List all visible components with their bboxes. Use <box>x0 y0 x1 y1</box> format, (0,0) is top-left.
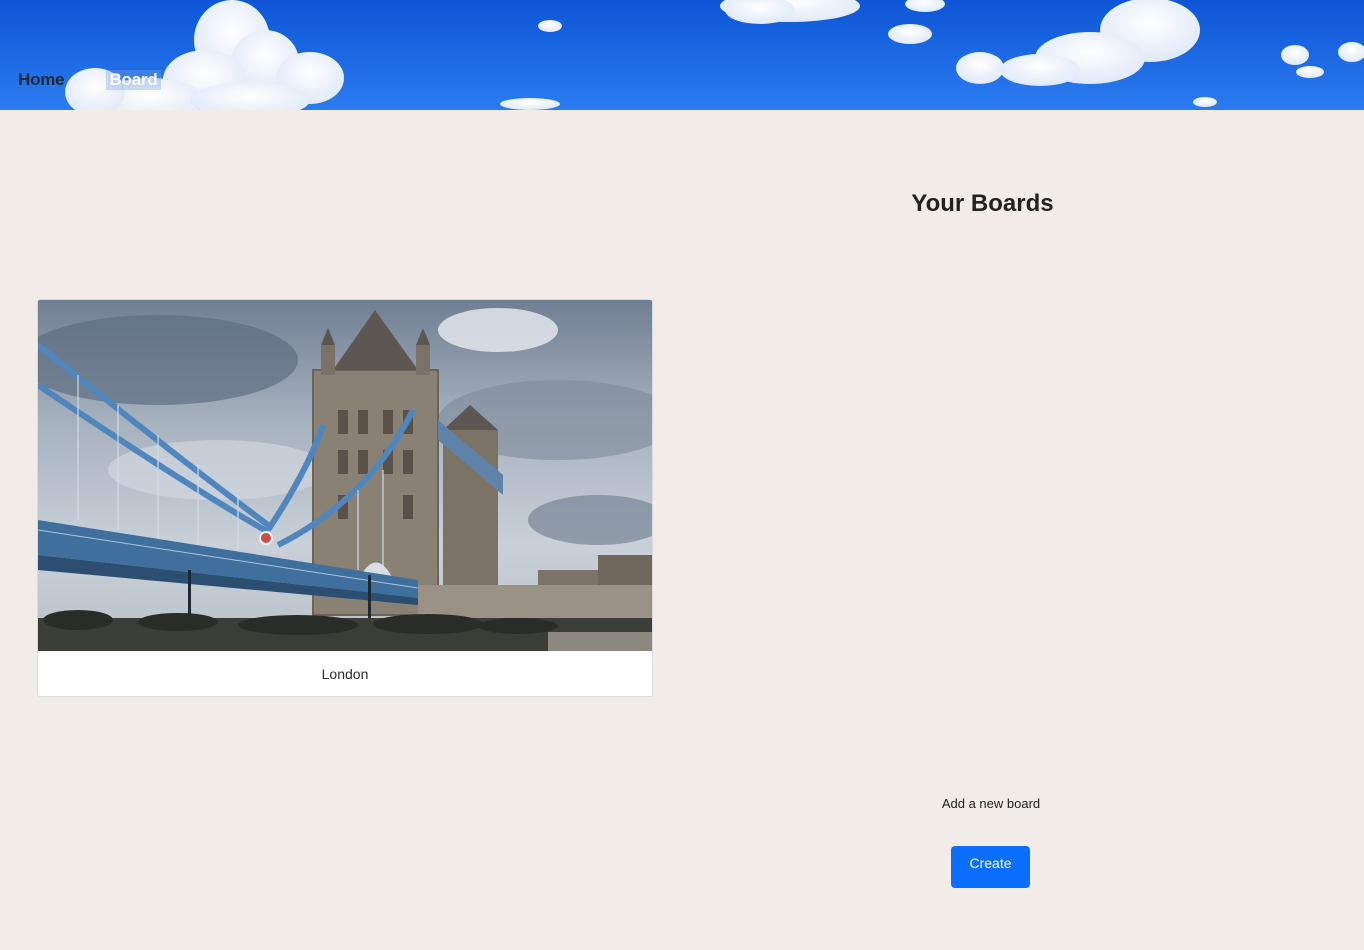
main-nav: Home Board <box>18 70 161 90</box>
tower-bridge-photo <box>38 300 652 651</box>
board-title: London <box>321 665 369 682</box>
header-banner: Home Board <box>0 0 1364 110</box>
nav-home-link[interactable]: Home <box>18 70 65 90</box>
add-board-label: Add a new board <box>941 796 1041 811</box>
board-card[interactable]: London <box>37 299 653 697</box>
sky-clouds-banner <box>0 0 1364 110</box>
create-board-button[interactable]: Create <box>951 846 1030 888</box>
your-boards-heading: Your Boards <box>911 190 1054 217</box>
nav-board-link[interactable]: Board <box>106 70 161 90</box>
